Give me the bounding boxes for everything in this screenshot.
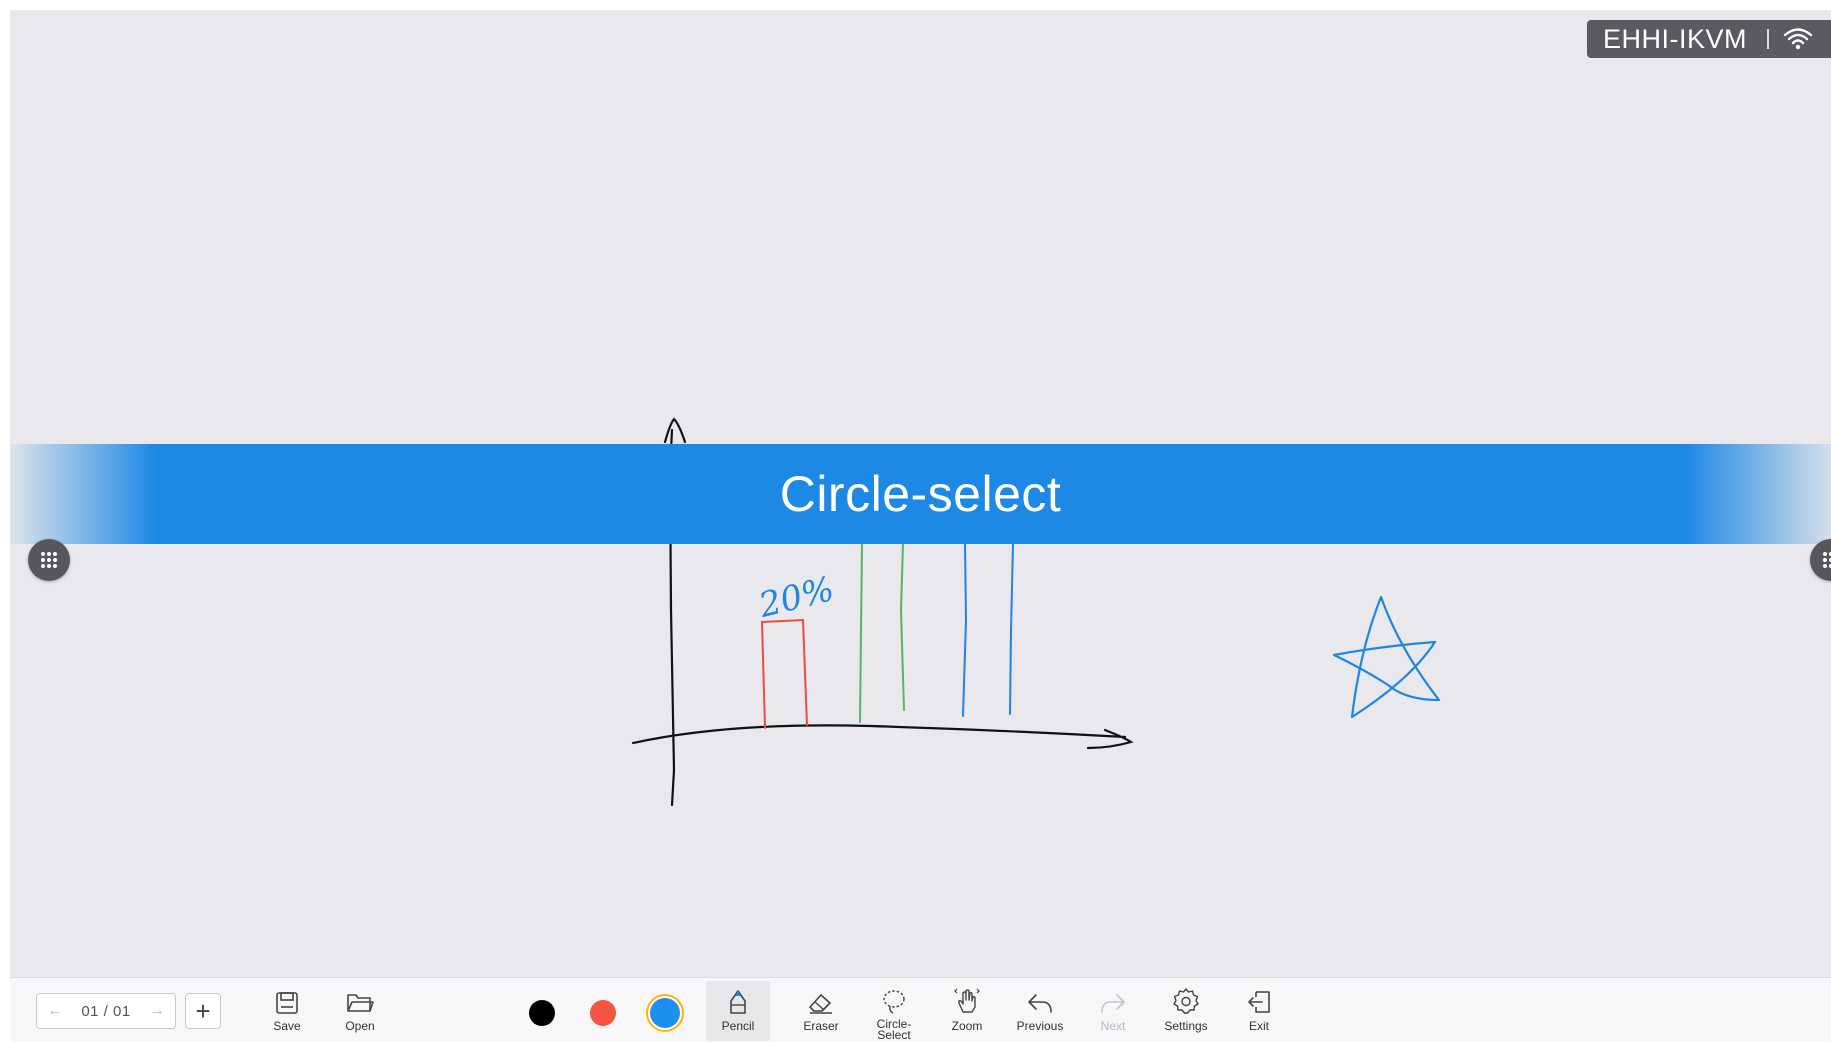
x-axis-stroke [631,724,1134,750]
badge-divider [1767,29,1770,49]
pencil-label: Pencil [721,1019,755,1033]
bottom-toolbar: ← 01 / 01 → + Save Open Pencil Eraser Ci… [10,977,1831,1042]
grid-icon [41,552,57,568]
color-swatch-red[interactable] [590,1000,616,1026]
device-name: EHHI-IKVM [1603,23,1748,54]
previous-button[interactable]: Previous [1008,981,1072,1041]
hand-zoom-icon [953,981,981,1015]
annotation-text: 20% [754,569,838,626]
wifi-icon [1783,27,1813,51]
eraser-tool[interactable]: Eraser [789,981,853,1041]
color-swatch-blue[interactable] [650,998,680,1028]
page-indicator: 01 / 01 [81,1002,131,1020]
save-button[interactable]: Save [255,981,319,1041]
gear-icon [1172,981,1200,1015]
exit-label: Exit [1248,1019,1269,1033]
page-navigator: ← 01 / 01 → [36,993,176,1029]
undo-icon [1026,981,1054,1015]
circle-select-label: Circle- Select [876,1017,912,1042]
grid-icon [1823,552,1831,568]
next-page-icon[interactable]: → [149,1002,165,1020]
circle-select-tool[interactable]: Circle- Select [862,981,926,1041]
lasso-icon [881,981,907,1015]
left-menu-handle[interactable] [28,539,70,581]
settings-button[interactable]: Settings [1154,981,1218,1041]
blue-line-1 [962,543,968,717]
pencil-tool[interactable]: Pencil [706,981,770,1041]
redo-icon [1099,981,1127,1015]
mode-banner: Circle-select [10,444,1831,544]
save-icon [275,981,299,1015]
color-swatch-black[interactable] [529,1000,555,1026]
eraser-icon [807,981,835,1015]
next-label: Next [1100,1019,1126,1033]
prev-page-icon[interactable]: ← [47,1002,63,1020]
whiteboard-screen: 20% EHHI-IKVM Circle-select ← 01 / 01 → … [10,10,1831,1042]
folder-open-icon [346,981,374,1015]
exit-icon [1246,981,1272,1015]
green-line-1 [859,543,863,723]
save-label: Save [273,1019,301,1033]
next-button[interactable]: Next [1081,981,1145,1041]
eraser-label: Eraser [803,1019,839,1033]
plus-icon: + [195,995,211,1026]
green-line-2 [899,543,905,711]
previous-label: Previous [1016,1019,1064,1033]
blue-line-2 [1009,543,1014,715]
device-status-badge: EHHI-IKVM [1587,20,1831,58]
open-button[interactable]: Open [328,981,392,1041]
banner-title: Circle-select [779,466,1062,522]
zoom-label: Zoom [951,1019,983,1033]
open-label: Open [345,1019,375,1033]
zoom-tool[interactable]: Zoom [935,981,999,1041]
star-stroke [1332,595,1441,719]
exit-button[interactable]: Exit [1227,981,1291,1041]
add-page-button[interactable]: + [185,993,221,1029]
pencil-icon [727,981,749,1015]
red-bar-stroke [760,618,808,729]
settings-label: Settings [1164,1019,1208,1033]
